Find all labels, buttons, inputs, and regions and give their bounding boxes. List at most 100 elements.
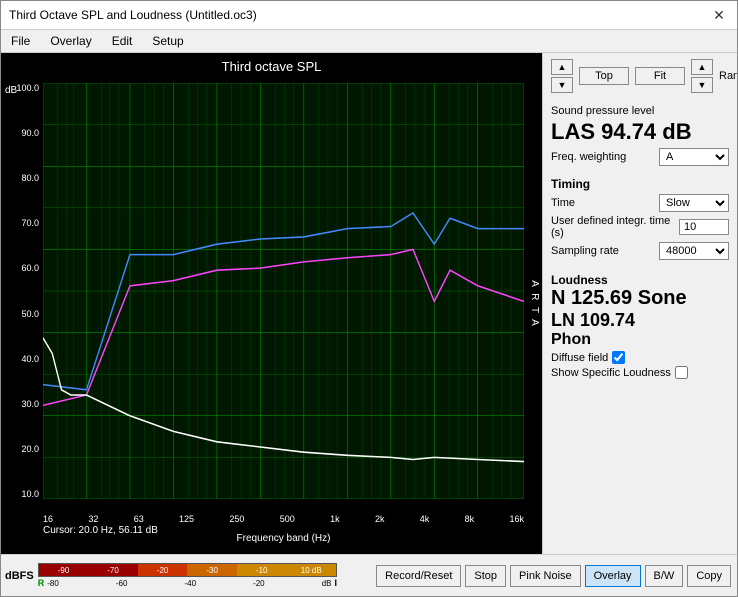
top-up-button[interactable]: ▲ <box>551 59 573 75</box>
x-label-8k: 8k <box>465 514 475 524</box>
x-label-63: 63 <box>134 514 144 524</box>
y-label-100: 100.0 <box>16 83 39 93</box>
x-label-1k: 1k <box>330 514 340 524</box>
time-select[interactable]: Slow Fast Impulse <box>659 194 729 212</box>
x-label-32: 32 <box>88 514 98 524</box>
dbfs-cell-4: -30 <box>187 564 237 576</box>
dbfs-marker-1: -80 <box>47 579 59 588</box>
dbfs-r-label: R <box>38 578 45 588</box>
freq-weighting-row: Freq. weighting A B C D Z <box>551 148 729 166</box>
sampling-rate-row: Sampling rate 48000 44100 96000 <box>551 242 729 260</box>
dbfs-marker-2: -60 <box>116 579 128 588</box>
diffuse-field-checkbox[interactable] <box>612 351 625 364</box>
cursor-info: Cursor: 20.0 Hz, 56.11 dB <box>43 525 158 536</box>
dbfs-cell-1: -90 <box>39 564 89 576</box>
y-axis: 100.0 90.0 80.0 70.0 60.0 50.0 40.0 30.0… <box>3 83 43 499</box>
record-reset-button[interactable]: Record/Reset <box>376 565 461 587</box>
action-buttons: Record/Reset Stop Pink Noise Overlay B/W… <box>341 565 737 587</box>
bottom-bar: dBFS -90 -70 -20 -30 <box>1 554 737 596</box>
spl-section: Sound pressure level LAS 94.74 dB Freq. … <box>551 105 729 169</box>
window-title: Third Octave SPL and Loudness (Untitled.… <box>9 8 257 22</box>
dbfs-lower-labels: -80 -60 -40 -20 dB <box>47 579 331 588</box>
diffuse-field-label: Diffuse field <box>551 352 608 364</box>
arta-label: A R T A <box>529 280 540 328</box>
loudness-ln-value: LN 109.74 <box>551 310 729 331</box>
dbfs-scale: -90 -70 -20 -30 -10 10 dB <box>38 563 337 588</box>
y-label-10: 10.0 <box>21 489 39 499</box>
loudness-section: Loudness N 125.69 Sone LN 109.74 Phon Di… <box>551 273 729 381</box>
dbfs-lower-row: R -80 -60 -40 -20 dB I <box>38 577 337 588</box>
top-down-button[interactable]: ▼ <box>551 77 573 93</box>
pink-noise-button[interactable]: Pink Noise <box>510 565 581 587</box>
x-label-16: 16 <box>43 514 53 524</box>
spl-section-label: Sound pressure level <box>551 105 729 117</box>
menu-setup[interactable]: Setup <box>146 32 189 50</box>
freq-weighting-label: Freq. weighting <box>551 151 626 163</box>
fit-button[interactable]: Fit <box>635 67 685 85</box>
dbfs-section: dBFS -90 -70 -20 -30 <box>1 563 341 588</box>
dbfs-cell-2: -70 <box>88 564 138 576</box>
y-label-80: 80.0 <box>21 173 39 183</box>
range-down-button[interactable]: ▼ <box>691 77 713 93</box>
sampling-rate-label: Sampling rate <box>551 245 619 257</box>
dbfs-marker-4: -20 <box>253 579 265 588</box>
sampling-rate-select[interactable]: 48000 44100 96000 <box>659 242 729 260</box>
y-label-40: 40.0 <box>21 354 39 364</box>
dbfs-cell-6: 10 dB <box>286 564 336 576</box>
x-label-4k: 4k <box>420 514 430 524</box>
time-row: Time Slow Fast Impulse <box>551 194 729 212</box>
copy-button[interactable]: Copy <box>687 565 731 587</box>
menu-edit[interactable]: Edit <box>106 32 139 50</box>
menu-file[interactable]: File <box>5 32 36 50</box>
x-label-250: 250 <box>229 514 244 524</box>
timing-section: Timing Time Slow Fast Impulse User defin… <box>551 177 729 263</box>
user-defined-label: User defined integr. time (s) <box>551 215 679 239</box>
close-button[interactable]: ✕ <box>709 5 729 25</box>
show-specific-row: Show Specific Loudness <box>551 366 729 379</box>
time-label: Time <box>551 197 575 209</box>
y-label-30: 30.0 <box>21 399 39 409</box>
chart-title: Third octave SPL <box>1 59 542 74</box>
loudness-phon-label: Phon <box>551 331 729 349</box>
right-panel: ▲ ▼ Top Fit ▲ ▼ Range Set Sound pressure… <box>542 53 737 554</box>
range-nav-group: ▲ ▼ <box>691 59 713 93</box>
y-label-90: 90.0 <box>21 128 39 138</box>
top-button[interactable]: Top <box>579 67 629 85</box>
loudness-label: Loudness <box>551 273 729 287</box>
nav-controls: ▲ ▼ Top Fit ▲ ▼ Range Set <box>551 59 729 93</box>
y-label-70: 70.0 <box>21 218 39 228</box>
main-content: Third octave SPL dB A R T A <box>1 53 737 554</box>
dbfs-i-label: I <box>334 578 337 588</box>
range-up-button[interactable]: ▲ <box>691 59 713 75</box>
y-label-20: 20.0 <box>21 444 39 454</box>
stop-button[interactable]: Stop <box>465 565 506 587</box>
freq-weighting-select[interactable]: A B C D Z <box>659 148 729 166</box>
user-defined-input[interactable] <box>679 219 729 235</box>
dbfs-cell-3: -20 <box>138 564 188 576</box>
chart-area: Third octave SPL dB A R T A <box>1 53 542 554</box>
spl-value: LAS 94.74 dB <box>551 119 729 145</box>
x-label-2k: 2k <box>375 514 385 524</box>
dbfs-label: dBFS <box>5 570 34 582</box>
user-defined-row: User defined integr. time (s) <box>551 215 729 239</box>
loudness-n-value: N 125.69 Sone <box>551 287 729 310</box>
dbfs-marker-3: -40 <box>184 579 196 588</box>
dbfs-cell-5: -10 <box>237 564 287 576</box>
show-specific-checkbox[interactable] <box>675 366 688 379</box>
title-bar: Third Octave SPL and Loudness (Untitled.… <box>1 1 737 30</box>
main-window: Third Octave SPL and Loudness (Untitled.… <box>0 0 738 597</box>
range-label: Range <box>719 70 737 82</box>
chart-svg <box>43 83 524 499</box>
x-label-125: 125 <box>179 514 194 524</box>
dbfs-marker-5: dB <box>322 579 332 588</box>
dbfs-upper-row: -90 -70 -20 -30 -10 10 dB <box>38 563 337 577</box>
overlay-button[interactable]: Overlay <box>585 565 641 587</box>
y-label-60: 60.0 <box>21 263 39 273</box>
bw-button[interactable]: B/W <box>645 565 684 587</box>
y-label-50: 50.0 <box>21 309 39 319</box>
menu-bar: File Overlay Edit Setup <box>1 30 737 53</box>
diffuse-field-row: Diffuse field <box>551 351 729 364</box>
x-label-500: 500 <box>280 514 295 524</box>
x-label-16k: 16k <box>509 514 524 524</box>
menu-overlay[interactable]: Overlay <box>44 32 97 50</box>
